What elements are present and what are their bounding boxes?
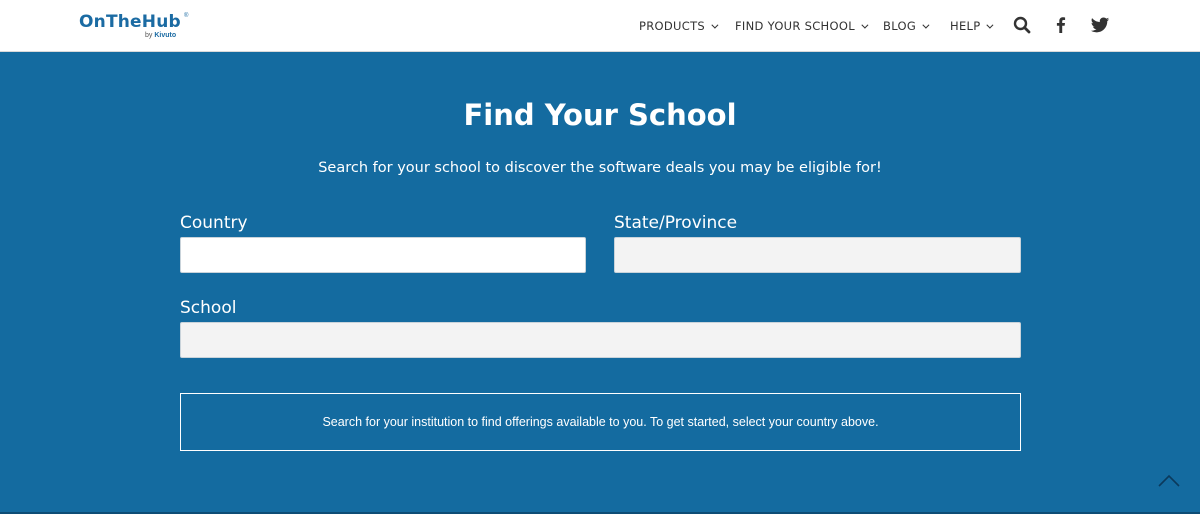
twitter-icon[interactable] — [1090, 15, 1110, 35]
country-label: Country — [180, 213, 248, 233]
site-header: OnTheHub ® by Kivuto PRODUCTS FIND YOUR … — [0, 0, 1200, 52]
nav-find-your-school-label: FIND YOUR SCHOOL — [735, 19, 855, 33]
school-label: School — [180, 298, 237, 318]
nav-help[interactable]: HELP — [950, 17, 994, 35]
state-province-field[interactable] — [614, 237, 1021, 273]
logo-text: OnTheHub — [79, 12, 181, 32]
nav-find-your-school[interactable]: FIND YOUR SCHOOL — [735, 17, 869, 35]
search-icon[interactable] — [1012, 15, 1032, 35]
nav-products-label: PRODUCTS — [639, 19, 706, 33]
state-province-label: State/Province — [614, 213, 738, 233]
info-message-text: Search for your institution to find offe… — [322, 415, 879, 429]
facebook-icon[interactable] — [1051, 15, 1071, 35]
nav-blog[interactable]: BLOG — [883, 17, 930, 35]
onthehub-logo[interactable]: OnTheHub ® by Kivuto — [79, 12, 191, 42]
chevron-down-icon — [711, 21, 719, 29]
nav-products[interactable]: PRODUCTS — [639, 17, 719, 35]
page-subtitle: Search for your school to discover the s… — [318, 160, 882, 176]
logo-registered-mark: ® — [184, 13, 189, 19]
chevron-down-icon — [861, 21, 869, 29]
page-title: Find Your School — [463, 98, 737, 132]
country-field[interactable] — [180, 237, 586, 273]
logo-brand: Kivuto — [154, 32, 177, 39]
chevron-up-icon[interactable] — [1157, 472, 1181, 488]
chevron-down-icon — [986, 21, 994, 29]
logo-by: by — [145, 32, 153, 39]
nav-blog-label: BLOG — [883, 19, 917, 33]
info-message-box: Search for your institution to find offe… — [180, 393, 1021, 451]
school-field[interactable] — [180, 322, 1021, 358]
logo-byline: by Kivuto — [145, 32, 176, 39]
nav-help-label: HELP — [950, 19, 981, 33]
chevron-down-icon — [922, 21, 930, 29]
